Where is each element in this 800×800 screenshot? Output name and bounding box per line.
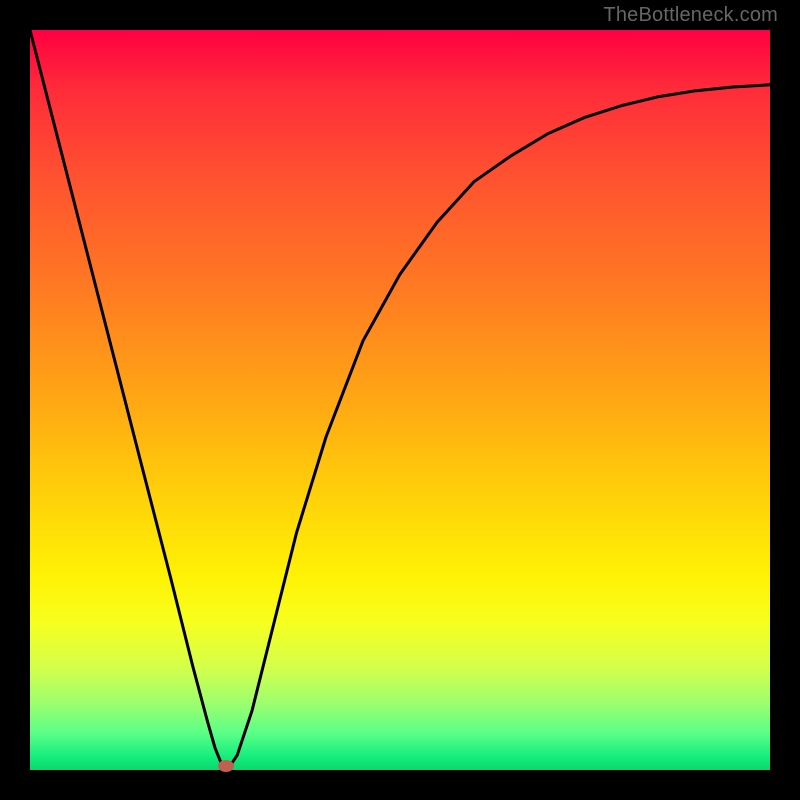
watermark-text: TheBottleneck.com xyxy=(603,4,778,27)
minimum-marker xyxy=(218,760,234,772)
chart-frame: TheBottleneck.com xyxy=(0,0,800,800)
bottleneck-curve xyxy=(30,30,770,766)
curve-svg xyxy=(30,30,770,770)
plot-area xyxy=(30,30,770,770)
